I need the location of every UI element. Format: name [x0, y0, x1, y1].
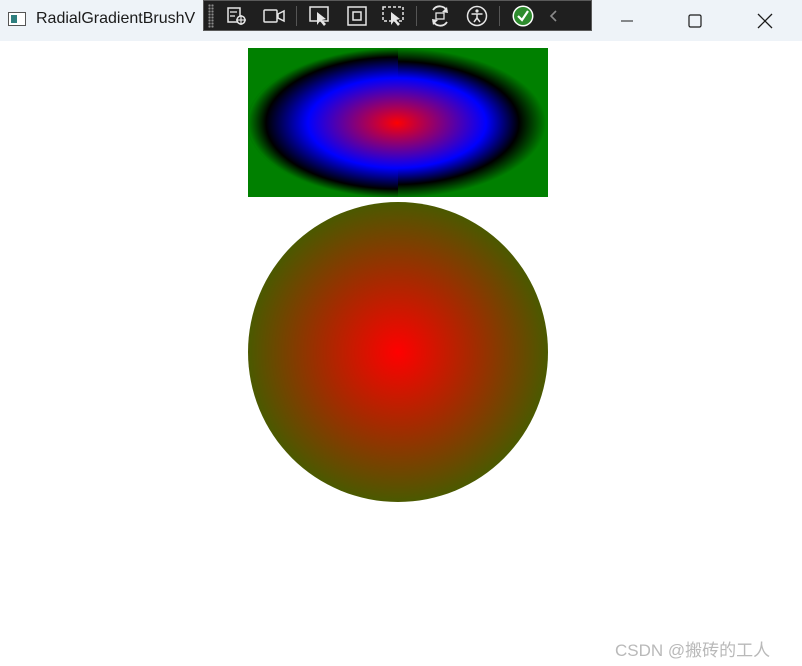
- watermark: CSDN @搬砖的工人: [615, 641, 771, 660]
- maximize-icon: [688, 13, 702, 28]
- close-icon: [757, 13, 773, 28]
- title-bar: RadialGradientBrushV: [0, 0, 802, 41]
- binding-check-icon[interactable]: [508, 3, 538, 29]
- minimize-icon: [621, 20, 633, 21]
- accessibility-icon[interactable]: [462, 3, 492, 29]
- live-visual-tree-icon[interactable]: [222, 3, 252, 29]
- radial-gradient-circle: [248, 202, 548, 502]
- collapse-chevron-icon[interactable]: [545, 3, 563, 29]
- minimize-button[interactable]: [592, 0, 662, 41]
- hot-reload-icon[interactable]: [425, 3, 455, 29]
- record-icon[interactable]: [259, 3, 289, 29]
- toolbar-separator: [416, 5, 417, 26]
- app-icon: [8, 12, 26, 26]
- maximize-button[interactable]: [660, 0, 730, 41]
- xaml-debug-toolbar: [203, 0, 592, 31]
- select-element-icon[interactable]: [305, 3, 335, 29]
- close-button[interactable]: [730, 0, 800, 41]
- toolbar-separator: [296, 5, 297, 26]
- toolbar-grip[interactable]: [208, 3, 214, 28]
- track-focus-icon[interactable]: [379, 3, 409, 29]
- window-title: RadialGradientBrushV: [36, 10, 196, 27]
- toolbar-separator: [499, 5, 500, 26]
- radial-gradient-rectangle: [248, 48, 548, 197]
- display-layout-adorners-icon[interactable]: [342, 3, 372, 29]
